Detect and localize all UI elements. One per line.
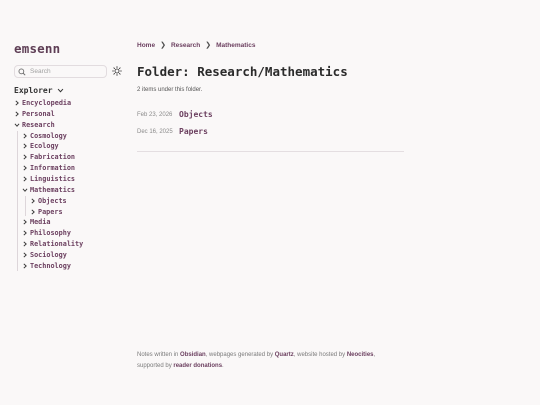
sidebar-item-fabrication[interactable]: Fabrication bbox=[22, 152, 75, 162]
chevron-right-icon bbox=[23, 165, 27, 171]
footer-text: , website hosted by bbox=[293, 352, 347, 358]
sidebar-item-objects[interactable]: Objects bbox=[30, 196, 67, 206]
sidebar-item-label: Technology bbox=[30, 261, 71, 270]
entry-link-papers[interactable]: Papers bbox=[179, 127, 208, 136]
sidebar-item-technology[interactable]: Technology bbox=[22, 261, 71, 271]
chevron-right-icon bbox=[23, 133, 27, 138]
donations-link[interactable]: reader donations bbox=[173, 363, 222, 369]
sidebar-item-label: Encyclopedia bbox=[22, 99, 72, 107]
sidebar-item-label: Cosmology bbox=[30, 131, 67, 140]
sidebar-item-label: Ecology bbox=[30, 142, 59, 151]
chevron-right-icon bbox=[15, 100, 19, 106]
sun-icon[interactable] bbox=[112, 66, 122, 76]
footer-text: , bbox=[373, 352, 376, 358]
search-placeholder: Search bbox=[30, 68, 51, 75]
entry-date: Dec 16, 2025 bbox=[137, 128, 173, 135]
chevron-right-icon bbox=[23, 263, 27, 269]
search-icon bbox=[18, 68, 26, 76]
sidebar-item-ecology[interactable]: Ecology bbox=[22, 141, 59, 151]
sidebar-item-sociology[interactable]: Sociology bbox=[22, 250, 67, 260]
list-item: Dec 16, 2025 Papers bbox=[137, 127, 208, 136]
sidebar-item-mathematics[interactable]: Mathematics bbox=[22, 185, 75, 195]
search-input[interactable]: Search bbox=[14, 65, 107, 78]
sidebar: emsenn Search Explorer Encyclopedia Perso… bbox=[0, 0, 130, 405]
sidebar-item-label: Information bbox=[30, 164, 76, 173]
site-title[interactable]: emsenn bbox=[14, 41, 60, 56]
chevron-right-icon bbox=[23, 154, 27, 160]
chevron-right-icon bbox=[23, 241, 27, 247]
sidebar-item-relationality[interactable]: Relationality bbox=[22, 239, 83, 249]
sidebar-item-label: Personal bbox=[22, 109, 55, 118]
sidebar-item-information[interactable]: Information bbox=[22, 163, 75, 173]
sidebar-item-linguistics[interactable]: Linguistics bbox=[22, 174, 75, 184]
sidebar-item-label: Research bbox=[22, 120, 55, 129]
page-title: Folder: Research/Mathematics bbox=[137, 64, 348, 79]
sidebar-item-label: Sociology bbox=[30, 250, 67, 259]
chevron-right-icon bbox=[23, 219, 27, 225]
breadcrumb-item-mathematics[interactable]: Mathematics bbox=[216, 42, 255, 49]
footer-text: , webpages generated by bbox=[205, 352, 275, 358]
sidebar-item-label: Fabrication bbox=[30, 153, 76, 162]
tree-guide-line bbox=[16, 130, 18, 271]
obsidian-link[interactable]: Obsidian bbox=[180, 352, 206, 358]
chevron-down-icon bbox=[57, 88, 63, 93]
sidebar-item-encyclopedia[interactable]: Encyclopedia bbox=[14, 98, 71, 108]
footer-text: supported by bbox=[137, 362, 174, 369]
divider bbox=[137, 151, 404, 152]
sidebar-item-label: Linguistics bbox=[30, 174, 76, 183]
breadcrumb-item-research[interactable]: Research bbox=[171, 42, 200, 49]
sidebar-item-label: Philosophy bbox=[30, 229, 71, 238]
chevron-right-icon bbox=[15, 111, 19, 117]
sidebar-item-media[interactable]: Media bbox=[22, 217, 50, 227]
sidebar-item-label: Objects bbox=[38, 196, 67, 205]
sidebar-item-cosmology[interactable]: Cosmology bbox=[22, 131, 67, 141]
sidebar-item-label: Papers bbox=[38, 207, 63, 216]
chevron-right-icon bbox=[23, 252, 27, 258]
sidebar-item-papers[interactable]: Papers bbox=[30, 207, 63, 217]
chevron-right-icon bbox=[31, 198, 35, 204]
sidebar-item-label: Media bbox=[30, 218, 51, 227]
footer-text: . bbox=[222, 362, 224, 369]
breadcrumb-separator: ❯ bbox=[160, 42, 166, 49]
sidebar-item-label: Relationality bbox=[30, 240, 84, 249]
footer-text: Notes written in bbox=[137, 352, 181, 358]
sidebar-item-research[interactable]: Research bbox=[14, 120, 55, 130]
explorer-label: Explorer bbox=[14, 86, 53, 95]
explorer-toggle[interactable]: Explorer bbox=[14, 86, 64, 95]
sidebar-item-philosophy[interactable]: Philosophy bbox=[22, 228, 71, 238]
tree-guide-line bbox=[24, 195, 26, 217]
chevron-down-icon bbox=[22, 188, 28, 192]
neocities-link[interactable]: Neocities bbox=[347, 352, 374, 358]
chevron-right-icon bbox=[23, 176, 27, 182]
chevron-down-icon bbox=[14, 123, 20, 127]
sidebar-item-label: Mathematics bbox=[30, 185, 76, 194]
list-item: Feb 23, 2026 Objects bbox=[137, 110, 213, 119]
breadcrumb-item-home[interactable]: Home bbox=[137, 42, 155, 49]
entry-date: Feb 23, 2026 bbox=[137, 111, 173, 118]
entry-link-objects[interactable]: Objects bbox=[179, 110, 213, 119]
chevron-right-icon bbox=[23, 230, 27, 236]
chevron-right-icon bbox=[31, 209, 35, 214]
sidebar-item-personal[interactable]: Personal bbox=[14, 109, 55, 119]
quartz-link[interactable]: Quartz bbox=[275, 352, 294, 358]
footer: Notes written in Obsidian, webpages gene… bbox=[137, 350, 437, 371]
breadcrumb-separator: ❯ bbox=[205, 42, 212, 49]
breadcrumb: Home ❯ Research ❯ Mathematics bbox=[137, 41, 255, 50]
item-count: 2 items under this folder. bbox=[137, 87, 203, 93]
chevron-right-icon bbox=[23, 143, 27, 149]
